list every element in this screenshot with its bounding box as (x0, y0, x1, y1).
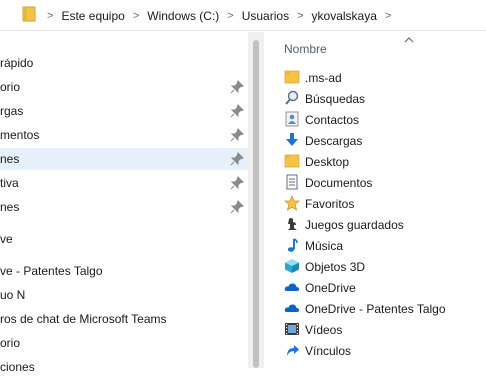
nav-item-label: rgas (0, 104, 24, 118)
file-name: OneDrive (305, 281, 356, 295)
nav-item-imagenes-2[interactable]: nes (0, 196, 248, 218)
column-header-name[interactable]: Nombre (284, 42, 327, 56)
nav-item-documentos[interactable]: mentos (0, 124, 248, 146)
file-name: Búsquedas (305, 92, 366, 106)
nav-item-label: nes (0, 200, 20, 214)
address-bar[interactable]: > Este equipo > Windows (C:) > Usuarios … (0, 0, 486, 31)
nav-item-onedrive[interactable]: ve (0, 228, 248, 250)
pin-icon[interactable] (230, 80, 244, 94)
nav-item-escritorio[interactable]: orio (0, 76, 248, 98)
breadcrumb-ykovalskaya[interactable]: ykovalskaya (312, 9, 377, 23)
file-item[interactable]: Objetos 3D (284, 257, 484, 277)
file-name: Juegos guardados (305, 218, 404, 232)
file-name: Desktop (305, 155, 350, 169)
cloud-icon (284, 279, 300, 295)
search-folder-icon (284, 90, 300, 106)
file-name: Descargas (305, 134, 363, 148)
nav-item-escritorio-2[interactable]: orio (0, 332, 248, 354)
contacts-icon (284, 111, 300, 127)
navigation-pane: rápido orio rgas mentos nes tiva nes ve … (0, 32, 248, 374)
cube-icon (284, 258, 300, 274)
file-item[interactable]: Contactos (284, 110, 484, 130)
star-icon (283, 194, 301, 211)
chevron-right-icon[interactable]: > (227, 10, 233, 22)
breadcrumb-windows-c[interactable]: Windows (C:) (147, 9, 219, 23)
nav-item-label: ciones (0, 360, 35, 374)
nav-item-label: ve - Patentes Talgo (0, 264, 103, 278)
file-name: OneDrive - Patentes Talgo (305, 302, 446, 316)
pin-icon[interactable] (230, 104, 244, 118)
nav-item-quick-access[interactable]: rápido (0, 52, 248, 74)
file-item[interactable]: Vídeos (284, 320, 484, 340)
file-item[interactable]: Desktop (284, 152, 484, 172)
chevron-right-icon[interactable]: > (133, 10, 139, 22)
breadcrumb-usuarios[interactable]: Usuarios (242, 9, 289, 23)
breadcrumb: > Este equipo > Windows (C:) > Usuarios … (39, 8, 399, 24)
file-item[interactable]: Descargas (284, 131, 484, 151)
file-item[interactable]: Documentos (284, 173, 484, 193)
scrollbar-thumb[interactable] (253, 40, 259, 368)
breadcrumb-este-equipo[interactable]: Este equipo (61, 9, 124, 23)
file-list: Nombre .ms-ad Búsquedas Contactos Descar… (264, 32, 486, 368)
file-item[interactable]: Vínculos (284, 341, 484, 361)
music-icon (284, 237, 300, 253)
file-name: .ms-ad (305, 71, 342, 85)
file-item[interactable]: Búsquedas (284, 89, 484, 109)
file-item[interactable]: Juegos guardados (284, 215, 484, 235)
nav-item-teams-chat-files[interactable]: ros de chat de Microsoft Teams (0, 308, 248, 330)
nav-item-label: mentos (0, 128, 40, 142)
pin-icon[interactable] (230, 152, 244, 166)
pin-icon[interactable] (230, 176, 244, 190)
documents-icon (284, 174, 300, 190)
nav-item-label: ve (0, 232, 13, 246)
nav-item-label: orio (0, 80, 21, 94)
file-name: Vídeos (305, 323, 343, 337)
chevron-right-icon[interactable]: > (47, 10, 53, 22)
file-item[interactable]: OneDrive (284, 278, 484, 298)
nav-item-equipo-n[interactable]: uo N (0, 284, 248, 306)
nav-item-label: rápido (0, 56, 34, 70)
chevron-right-icon[interactable]: > (297, 10, 303, 22)
link-arrow-icon (284, 342, 300, 358)
cloud-icon (284, 300, 300, 316)
file-item[interactable]: Favoritos (283, 194, 484, 214)
nav-item-label: ros de chat de Microsoft Teams (0, 312, 167, 326)
nav-item-imagenes[interactable]: nes (0, 148, 248, 170)
nav-item-publicaciones[interactable]: ciones (0, 356, 248, 378)
folder-icon (284, 69, 300, 85)
nav-item-normativa[interactable]: tiva (0, 172, 248, 194)
download-icon (284, 132, 300, 148)
file-name: Objetos 3D (305, 260, 366, 274)
chevron-up-icon[interactable] (404, 34, 414, 46)
file-name: Documentos (305, 176, 373, 190)
nav-item-label: uo N (0, 288, 26, 302)
nav-item-label: nes (0, 152, 20, 166)
chevron-right-icon[interactable]: > (385, 10, 391, 22)
film-icon (284, 321, 300, 337)
nav-item-descargas[interactable]: rgas (0, 100, 248, 122)
folder-icon (284, 153, 300, 169)
nav-item-label: tiva (0, 176, 19, 190)
chess-icon (284, 216, 300, 232)
file-item[interactable]: .ms-ad (284, 68, 484, 88)
nav-scrollbar[interactable] (248, 32, 264, 368)
nav-item-label: orio (0, 336, 21, 350)
pin-icon[interactable] (230, 128, 244, 142)
nav-item-onedrive-patentes[interactable]: ve - Patentes Talgo (0, 260, 248, 282)
file-name: Música (305, 239, 344, 253)
pin-icon[interactable] (230, 200, 244, 214)
file-name: Favoritos (305, 197, 355, 211)
file-item[interactable]: OneDrive - Patentes Talgo (284, 299, 484, 319)
file-name: Contactos (305, 113, 360, 127)
file-item[interactable]: Música (284, 236, 484, 256)
folder-icon (22, 6, 36, 25)
file-name: Vínculos (305, 344, 352, 358)
